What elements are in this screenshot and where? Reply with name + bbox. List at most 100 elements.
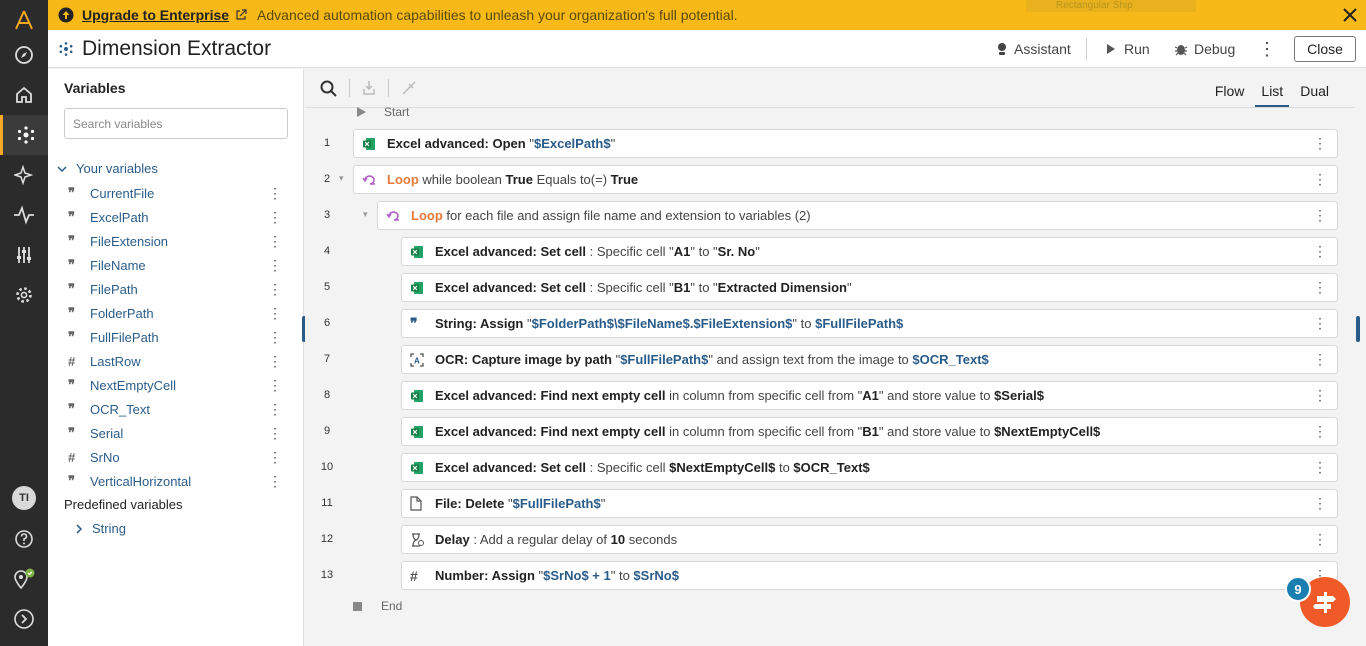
scrollbar-thumb[interactable]	[1356, 316, 1360, 342]
collapse-toggle-icon[interactable]: ▾	[339, 173, 344, 184]
action-row[interactable]: A OCR: Capture image by path "$FullFilePa…	[401, 345, 1338, 374]
variable-item[interactable]: ❞ FileExtension ⋮	[68, 229, 294, 253]
kebab-menu-icon[interactable]: ⋮	[268, 377, 282, 394]
kebab-menu-icon[interactable]: ⋮	[1313, 243, 1327, 260]
search-variables-input[interactable]: Search variables	[64, 108, 288, 139]
variable-item[interactable]: ❞ FolderPath ⋮	[68, 301, 294, 325]
kebab-menu-icon[interactable]: ⋮	[1313, 423, 1327, 440]
external-link-icon[interactable]	[235, 9, 247, 21]
action-text-part: "	[846, 280, 852, 295]
variable-item[interactable]: ❞ FilePath ⋮	[68, 277, 294, 301]
kebab-menu-icon[interactable]: ⋮	[1313, 171, 1327, 188]
kebab-menu-icon[interactable]: ⋮	[268, 425, 282, 442]
signpost-icon	[1313, 592, 1336, 613]
kebab-menu-icon[interactable]: ⋮	[1313, 531, 1327, 548]
close-button[interactable]: Close	[1294, 36, 1356, 62]
debug-button[interactable]: Debug	[1174, 30, 1235, 68]
search-icon[interactable]	[320, 80, 337, 97]
kebab-menu-icon[interactable]: ⋮	[1313, 279, 1327, 296]
line-number: 5	[323, 281, 331, 293]
text-type-icon: ❞	[68, 209, 75, 224]
activity-icon[interactable]	[0, 195, 48, 235]
variable-name: FullFilePath	[90, 329, 159, 345]
action-row[interactable]: Excel advanced: Find next empty cell in …	[401, 417, 1338, 446]
help-icon[interactable]	[0, 519, 48, 559]
action-row[interactable]: Excel advanced: Open "$ExcelPath$" ⋮	[353, 129, 1338, 158]
kebab-menu-icon[interactable]: ⋮	[268, 257, 282, 274]
your-variables-group[interactable]: Your variables	[56, 161, 158, 176]
line-number: 13	[320, 569, 334, 581]
action-text-part: $OCR_Text$	[793, 460, 870, 475]
kebab-menu-icon[interactable]: ⋮	[268, 305, 282, 322]
settings-gear-icon[interactable]	[0, 275, 48, 315]
action-text-part: Excel advanced: Open	[387, 136, 530, 151]
action-row[interactable]: Loop while boolean True Equals to(=) Tru…	[353, 165, 1338, 194]
automation-anywhere-logo[interactable]	[0, 0, 48, 40]
disable-icon[interactable]	[401, 80, 417, 96]
action-row[interactable]: # Number: Assign "$SrNo$ + 1" to $SrNo$ ⋮	[401, 561, 1338, 590]
variable-item[interactable]: ❞ VerticalHorizontal ⋮	[68, 469, 294, 493]
kebab-menu-icon[interactable]: ⋮	[1313, 387, 1327, 404]
tab-dual[interactable]: Dual	[1294, 81, 1335, 107]
variable-item[interactable]: ❞ Serial ⋮	[68, 421, 294, 445]
close-banner-icon[interactable]	[1342, 7, 1358, 23]
compass-icon[interactable]	[0, 35, 48, 75]
kebab-menu-icon[interactable]: ⋮	[268, 353, 282, 370]
kebab-menu-icon[interactable]: ⋮	[268, 185, 282, 202]
kebab-menu-icon[interactable]: ⋮	[1313, 459, 1327, 476]
action-row[interactable]: ❞ String: Assign "$FolderPath$\$FileName$…	[401, 309, 1338, 338]
kebab-menu-icon[interactable]: ⋮	[268, 209, 282, 226]
variable-item[interactable]: ❞ NextEmptyCell ⋮	[68, 373, 294, 397]
action-row[interactable]: Excel advanced: Find next empty cell in …	[401, 381, 1338, 410]
action-row[interactable]: Loop for each file and assign file name …	[377, 201, 1338, 230]
variable-item[interactable]: ❞ FileName ⋮	[68, 253, 294, 277]
kebab-menu-icon[interactable]: ⋮	[1313, 315, 1327, 332]
kebab-menu-icon[interactable]: ⋮	[268, 473, 282, 490]
kebab-menu-icon[interactable]: ⋮	[1313, 207, 1327, 224]
action-row[interactable]: File: Delete "$FullFilePath$" ⋮	[401, 489, 1338, 518]
kebab-menu-icon[interactable]: ⋮	[268, 329, 282, 346]
action-text: Loop for each file and assign file name …	[411, 208, 811, 223]
more-options-icon[interactable]: ⋮	[1258, 30, 1276, 68]
kebab-menu-icon[interactable]: ⋮	[268, 281, 282, 298]
extract-icon[interactable]	[362, 80, 376, 96]
line-number: 9	[323, 425, 331, 437]
action-row[interactable]: Excel advanced: Set cell : Specific cell…	[401, 453, 1338, 482]
kebab-menu-icon[interactable]: ⋮	[268, 233, 282, 250]
user-avatar[interactable]: TI	[0, 478, 48, 518]
kebab-menu-icon[interactable]: ⋮	[1313, 135, 1327, 152]
variable-item[interactable]: # SrNo ⋮	[68, 445, 294, 469]
variable-item[interactable]: # LastRow ⋮	[68, 349, 294, 373]
location-check-icon[interactable]	[0, 559, 48, 599]
variable-item[interactable]: ❞ CurrentFile ⋮	[68, 181, 294, 205]
manage-sliders-icon[interactable]	[0, 235, 48, 275]
action-text-part: B1	[862, 424, 879, 439]
action-row[interactable]: Delay : Add a regular delay of 10 second…	[401, 525, 1338, 554]
variable-item[interactable]: ❞ ExcelPath ⋮	[68, 205, 294, 229]
tab-flow[interactable]: Flow	[1209, 81, 1251, 107]
home-icon[interactable]	[0, 75, 48, 115]
action-text-part: for each file and assign file name and e…	[442, 208, 811, 223]
tab-list[interactable]: List	[1255, 81, 1290, 107]
kebab-menu-icon[interactable]: ⋮	[1313, 495, 1327, 512]
action-row[interactable]: Excel advanced: Set cell : Specific cell…	[401, 237, 1338, 266]
action-text-part: 10	[610, 532, 626, 547]
run-button[interactable]: Run	[1106, 30, 1150, 68]
kebab-menu-icon[interactable]: ⋮	[268, 449, 282, 466]
variable-item[interactable]: ❞ FullFilePath ⋮	[68, 325, 294, 349]
automation-icon[interactable]	[0, 115, 48, 155]
kebab-menu-icon[interactable]: ⋮	[1313, 351, 1327, 368]
collapse-toggle-icon[interactable]: ▾	[363, 209, 368, 220]
expand-rail-icon[interactable]	[0, 599, 48, 639]
variable-item[interactable]: ❞ OCR_Text ⋮	[68, 397, 294, 421]
ai-sparkle-icon[interactable]	[0, 155, 48, 195]
line-number: 6	[323, 317, 331, 329]
action-text-part: B1	[673, 280, 691, 295]
assistant-button[interactable]: Assistant	[996, 30, 1071, 68]
predefined-string-group[interactable]: String	[74, 521, 126, 536]
action-text-part: File: Delete	[435, 496, 508, 511]
kebab-menu-icon[interactable]: ⋮	[268, 401, 282, 418]
action-text-part: $SrNo$ + 1	[543, 568, 611, 583]
upgrade-link[interactable]: Upgrade to Enterprise	[82, 7, 229, 23]
action-row[interactable]: Excel advanced: Set cell : Specific cell…	[401, 273, 1338, 302]
